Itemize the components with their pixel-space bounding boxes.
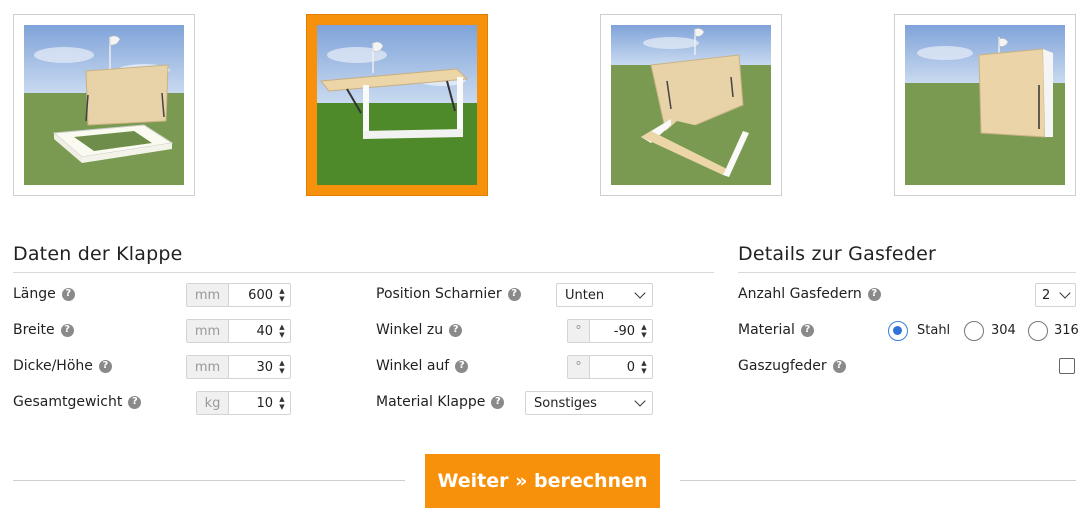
angle-open-label: Winkel auf ?	[376, 358, 469, 374]
tension-spring-label-text: Gaszugfeder	[738, 358, 827, 374]
angle-closed-value[interactable]: -90	[590, 320, 639, 342]
material-radio-304[interactable]	[964, 321, 984, 341]
spinner-icon[interactable]: ▲ ▼	[277, 284, 287, 306]
chevron-down-icon	[1059, 287, 1071, 299]
spinner-icon[interactable]: ▲ ▼	[277, 320, 287, 342]
thumbnail-bottom-hinge[interactable]	[13, 14, 195, 196]
width-unit: mm	[187, 320, 229, 342]
help-icon[interactable]: ?	[491, 395, 505, 409]
weight-label: Gesamtgewicht ?	[13, 394, 142, 410]
divider-left	[13, 480, 405, 481]
flap-material-label-text: Material Klappe	[376, 394, 486, 410]
weight-unit: kg	[197, 392, 229, 414]
spinner-icon[interactable]: ▲ ▼	[639, 356, 649, 378]
flap-section-divider	[13, 272, 714, 273]
material-radio-stahl[interactable]	[888, 321, 908, 341]
help-icon[interactable]: ?	[449, 323, 463, 337]
spinner-icon[interactable]: ▲ ▼	[639, 320, 649, 342]
width-label-text: Breite	[13, 322, 55, 338]
thickness-label: Dicke/Höhe ?	[13, 358, 112, 374]
flap-section-title: Daten der Klappe	[13, 243, 183, 265]
thumbnail-top-hinge[interactable]	[306, 14, 488, 196]
help-icon[interactable]: ?	[800, 323, 814, 337]
help-icon[interactable]: ?	[128, 395, 142, 409]
scene-image-2	[317, 25, 477, 185]
flap-material-value: Sonstiges	[534, 395, 597, 411]
angle-closed-label: Winkel zu ?	[376, 322, 463, 338]
help-icon[interactable]: ?	[60, 323, 74, 337]
divider-right	[680, 480, 1076, 481]
scene-image-4	[905, 25, 1065, 185]
angle-open-input[interactable]: ° 0 ▲ ▼	[567, 355, 653, 379]
spring-count-select[interactable]: 2	[1035, 283, 1076, 307]
angle-closed-label-text: Winkel zu	[376, 322, 444, 338]
thickness-label-text: Dicke/Höhe	[13, 358, 93, 374]
length-label: Länge ?	[13, 286, 75, 302]
help-icon[interactable]: ?	[867, 287, 881, 301]
angle-closed-input[interactable]: ° -90 ▲ ▼	[567, 319, 653, 343]
hinge-position-label-text: Position Scharnier	[376, 286, 502, 302]
gas-section-title: Details zur Gasfeder	[738, 243, 936, 265]
tension-spring-label: Gaszugfeder ?	[738, 358, 846, 374]
help-icon[interactable]: ?	[832, 359, 846, 373]
thumbnail-side-hinge[interactable]	[600, 14, 782, 196]
width-value[interactable]: 40	[229, 320, 277, 342]
angle-open-unit: °	[568, 356, 590, 378]
width-input[interactable]: mm 40 ▲ ▼	[186, 319, 291, 343]
angle-open-value[interactable]: 0	[590, 356, 639, 378]
spring-count-value: 2	[1042, 287, 1051, 303]
weight-value[interactable]: 10	[229, 392, 277, 414]
thickness-unit: mm	[187, 356, 229, 378]
weight-label-text: Gesamtgewicht	[13, 394, 123, 410]
help-icon[interactable]: ?	[61, 287, 75, 301]
hinge-position-select[interactable]: Unten	[556, 283, 653, 307]
hinge-position-label: Position Scharnier ?	[376, 286, 521, 302]
spinner-icon[interactable]: ▲ ▼	[277, 356, 287, 378]
scene-image-1	[24, 25, 184, 185]
spring-count-label: Anzahl Gasfedern ?	[738, 286, 881, 302]
help-icon[interactable]: ?	[98, 359, 112, 373]
material-radio-316[interactable]	[1028, 321, 1048, 341]
spring-material-label-text: Material	[738, 322, 795, 338]
thickness-value[interactable]: 30	[229, 356, 277, 378]
width-label: Breite ?	[13, 322, 74, 338]
hinge-position-value: Unten	[565, 287, 605, 303]
spring-count-label-text: Anzahl Gasfedern	[738, 286, 862, 302]
weight-input[interactable]: kg 10 ▲ ▼	[196, 391, 291, 415]
length-input[interactable]: mm 600 ▲ ▼	[186, 283, 291, 307]
chevron-down-icon	[634, 395, 646, 407]
thickness-input[interactable]: mm 30 ▲ ▼	[186, 355, 291, 379]
scene-image-3	[611, 25, 771, 185]
angle-open-label-text: Winkel auf	[376, 358, 450, 374]
length-label-text: Länge	[13, 286, 56, 302]
chevron-down-icon	[634, 287, 646, 299]
angle-closed-unit: °	[568, 320, 590, 342]
spring-material-label: Material ?	[738, 322, 814, 338]
gas-section-divider	[738, 272, 1076, 273]
tension-spring-checkbox[interactable]	[1059, 358, 1075, 374]
material-option-316: 316	[1054, 323, 1079, 338]
length-unit: mm	[187, 284, 229, 306]
calculate-button[interactable]: Weiter » berechnen	[425, 454, 660, 508]
flap-material-select[interactable]: Sonstiges	[525, 391, 653, 415]
thumbnail-vertical[interactable]	[894, 14, 1076, 196]
flap-material-label: Material Klappe ?	[376, 394, 505, 410]
length-value[interactable]: 600	[229, 284, 277, 306]
material-option-304: 304	[991, 323, 1016, 338]
help-icon[interactable]: ?	[455, 359, 469, 373]
spinner-icon[interactable]: ▲ ▼	[277, 392, 287, 414]
help-icon[interactable]: ?	[507, 287, 521, 301]
material-option-stahl: Stahl	[917, 323, 951, 338]
